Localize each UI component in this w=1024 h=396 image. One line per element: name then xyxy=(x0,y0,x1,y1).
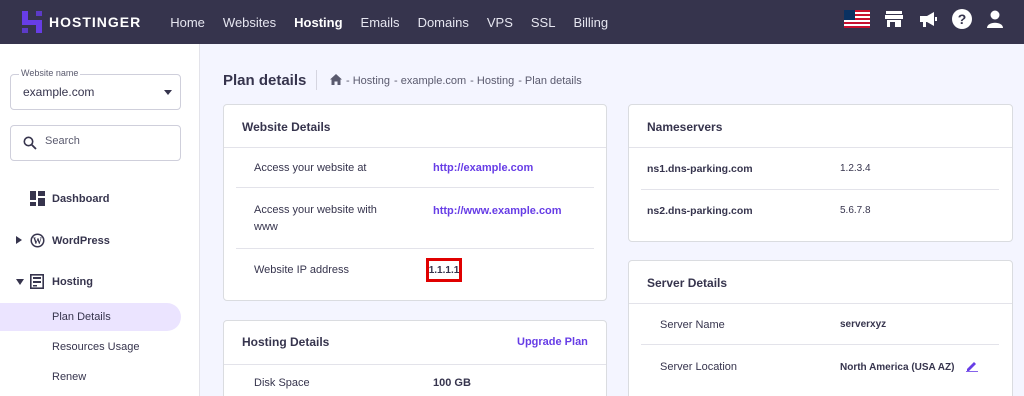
website-select-value: example.com xyxy=(23,85,95,99)
website-www-url-link[interactable]: http://www.example.com xyxy=(433,205,562,217)
breadcrumb-item[interactable]: - Hosting xyxy=(346,75,390,87)
divider xyxy=(641,344,999,345)
nav-vps[interactable]: VPS xyxy=(487,15,513,30)
sidebar-subitem-label: Renew xyxy=(52,371,87,383)
wordpress-icon: W xyxy=(30,233,45,251)
search-input[interactable] xyxy=(45,135,165,147)
divider xyxy=(224,364,606,365)
sidebar-subitem-plan-details[interactable]: Plan Details xyxy=(0,303,181,331)
store-icon[interactable] xyxy=(884,10,904,28)
nav-home[interactable]: Home xyxy=(170,15,205,30)
divider xyxy=(236,187,594,188)
help-icon[interactable]: ? xyxy=(952,9,972,29)
divider xyxy=(641,189,999,190)
nav-websites[interactable]: Websites xyxy=(223,15,276,30)
nav-billing[interactable]: Billing xyxy=(573,15,608,30)
breadcrumb-item: - Plan details xyxy=(518,75,582,87)
divider xyxy=(629,147,1012,148)
breadcrumb-item[interactable]: - example.com xyxy=(394,75,466,87)
top-navbar: HOSTINGER Home Websites Hosting Emails D… xyxy=(0,0,1024,44)
chevron-down-icon xyxy=(16,276,24,288)
home-icon[interactable] xyxy=(330,74,342,88)
upgrade-plan-link[interactable]: Upgrade Plan xyxy=(517,336,588,348)
breadcrumb-item[interactable]: - Hosting xyxy=(470,75,514,87)
nav-ssl[interactable]: SSL xyxy=(531,15,556,30)
divider xyxy=(629,303,1012,304)
website-select-label: Website name xyxy=(19,68,81,78)
card-title: Website Details xyxy=(242,120,331,134)
sidebar: Website name example.com Dashboard W Wor… xyxy=(0,44,200,396)
chevron-down-icon xyxy=(164,90,172,95)
server-name-value: serverxyz xyxy=(840,319,887,330)
edit-pencil-icon[interactable] xyxy=(966,359,978,377)
sidebar-subitem-resources-usage[interactable]: Resources Usage xyxy=(0,333,181,361)
divider xyxy=(224,147,606,148)
sidebar-subitem-label: Resources Usage xyxy=(52,341,140,353)
card-title: Server Details xyxy=(647,276,728,290)
svg-text:W: W xyxy=(33,236,42,246)
website-url-link[interactable]: http://example.com xyxy=(433,162,533,174)
sidebar-item-label: Hosting xyxy=(52,276,93,288)
search-box[interactable] xyxy=(10,125,181,161)
us-flag-icon[interactable] xyxy=(844,10,870,28)
row-label: Server Location xyxy=(660,361,738,373)
row-label: Access your website with www xyxy=(254,204,377,233)
nav-domains[interactable]: Domains xyxy=(418,15,469,30)
brand-name: HOSTINGER xyxy=(49,14,142,30)
user-icon[interactable] xyxy=(986,10,1004,28)
chevron-right-icon xyxy=(16,235,22,247)
sidebar-item-wordpress[interactable]: W WordPress xyxy=(0,228,200,254)
nameserver-name: ns1.dns-parking.com xyxy=(647,163,753,175)
card-title: Hosting Details xyxy=(242,335,330,349)
hosting-icon xyxy=(30,274,44,292)
disk-space-value: 100 GB xyxy=(433,377,471,389)
title-divider xyxy=(316,70,317,90)
sidebar-subitem-renew[interactable]: Renew xyxy=(0,363,181,391)
breadcrumb: - Hosting - example.com - Hosting - Plan… xyxy=(330,74,582,88)
row-label: Access your website at xyxy=(254,162,367,174)
nameserver-name: ns2.dns-parking.com xyxy=(647,205,753,217)
page-title: Plan details xyxy=(223,72,307,89)
website-ip-address: 1.1.1.1 xyxy=(426,258,462,282)
hostinger-logo-icon xyxy=(22,11,42,33)
server-location-value: North America (USA AZ) xyxy=(840,362,955,373)
hosting-details-card: Hosting Details Upgrade Plan Disk Space … xyxy=(223,320,607,396)
hostinger-logo[interactable]: HOSTINGER xyxy=(22,11,141,33)
nameserver-ip: 5.6.7.8 xyxy=(840,205,871,216)
server-details-card: Server Details Server Name serverxyz Ser… xyxy=(628,260,1013,396)
dashboard-icon xyxy=(30,191,45,209)
divider xyxy=(236,248,594,249)
nameservers-card: Nameservers ns1.dns-parking.com 1.2.3.4 … xyxy=(628,104,1013,242)
row-label: Website IP address xyxy=(254,264,349,276)
nav-emails[interactable]: Emails xyxy=(361,15,400,30)
search-icon xyxy=(23,136,37,155)
card-title: Nameservers xyxy=(647,120,723,134)
svg-text:?: ? xyxy=(958,11,967,27)
website-details-card: Website Details Access your website at h… xyxy=(223,104,607,301)
sidebar-item-hosting[interactable]: Hosting xyxy=(0,269,200,295)
sidebar-item-label: Dashboard xyxy=(52,193,110,205)
nameserver-ip: 1.2.3.4 xyxy=(840,163,871,174)
sidebar-item-dashboard[interactable]: Dashboard xyxy=(0,186,200,212)
row-label: Server Name xyxy=(660,319,725,331)
megaphone-icon[interactable] xyxy=(918,10,938,28)
row-label: Disk Space xyxy=(254,377,310,389)
sidebar-item-label: WordPress xyxy=(52,235,110,247)
nav-hosting[interactable]: Hosting xyxy=(294,15,342,30)
sidebar-subitem-label: Plan Details xyxy=(52,311,111,323)
website-select[interactable]: Website name example.com xyxy=(10,68,181,110)
